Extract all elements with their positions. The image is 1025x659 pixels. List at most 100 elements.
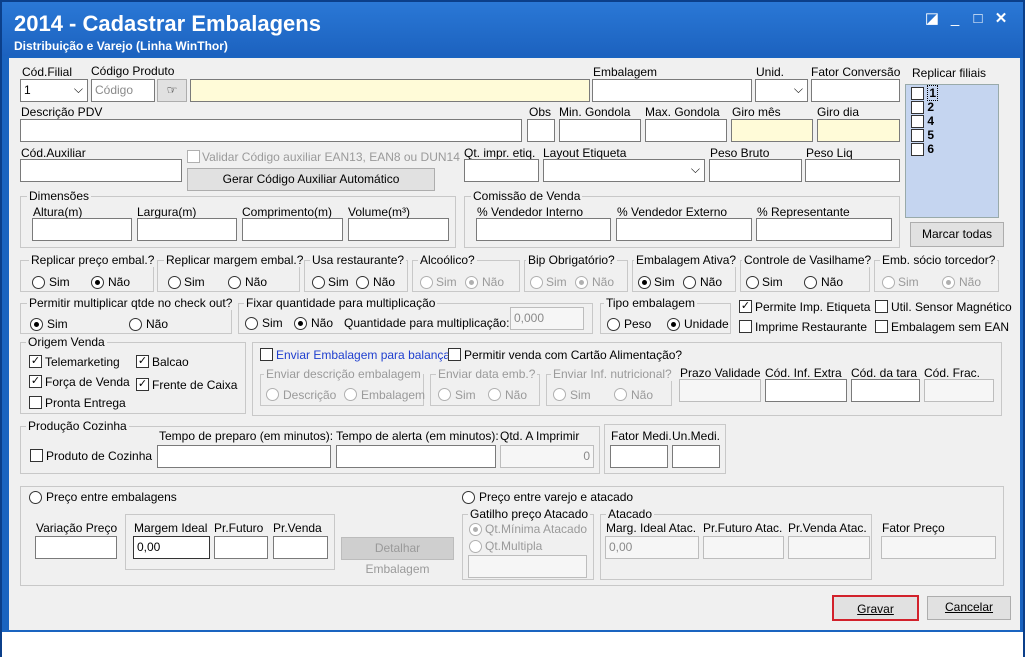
usa-restaurante-nao-radio[interactable] [356, 276, 369, 289]
imprime-restaurante-checkbox[interactable] [739, 320, 752, 333]
largura-input[interactable] [137, 218, 237, 241]
replicar-preco-sim-radio[interactable] [32, 276, 45, 289]
qt-minima-radio[interactable] [469, 523, 482, 536]
embalagem-ativa-nao-radio[interactable] [683, 276, 696, 289]
embalagem-input[interactable] [592, 79, 752, 102]
alcoolico-sim-radio[interactable] [420, 276, 433, 289]
cod-auxiliar-input[interactable] [20, 159, 182, 182]
cod-filial-select[interactable]: 1 ⌵ [20, 79, 88, 102]
gerar-codigo-button[interactable]: Gerar Código Auxiliar Automático [187, 168, 435, 191]
list-item[interactable]: 5 [911, 128, 934, 143]
cod-tara-input[interactable] [851, 379, 920, 402]
codigo-produto-input[interactable]: Código [91, 79, 155, 102]
checkbox[interactable] [911, 101, 924, 115]
telemarketing-checkbox[interactable]: ✓ [29, 355, 42, 368]
emb-socio-sim-radio[interactable] [882, 276, 895, 289]
enviar-data-nao-radio[interactable] [488, 388, 501, 401]
unid-select[interactable]: ⌵ [755, 79, 808, 102]
forca-venda-checkbox[interactable]: ✓ [29, 375, 42, 388]
vendedor-externo-input[interactable] [616, 218, 752, 241]
fixar-sim-radio[interactable] [245, 317, 258, 330]
enviar-data-sim-radio[interactable] [438, 388, 451, 401]
tipo-unidade-radio[interactable] [667, 318, 680, 331]
tipo-peso-radio[interactable] [607, 318, 620, 331]
bip-nao-radio[interactable] [575, 276, 588, 289]
cod-frac-input[interactable] [924, 379, 994, 402]
frente-caixa-checkbox[interactable]: ✓ [136, 378, 149, 391]
checkbox[interactable] [911, 115, 924, 129]
qtd-imprimir-input[interactable]: 0 [500, 445, 594, 468]
tempo-preparo-input[interactable] [157, 445, 331, 468]
util-sensor-checkbox[interactable] [875, 300, 888, 313]
fator-preco-input[interactable] [881, 536, 996, 559]
replicar-margem-sim-radio[interactable] [168, 276, 181, 289]
checkbox[interactable] [911, 87, 924, 101]
usa-restaurante-sim-radio[interactable] [312, 276, 325, 289]
enviar-balanca-checkbox[interactable] [260, 348, 273, 361]
margem-ideal-input[interactable]: 0,00 [133, 536, 210, 559]
fator-conversao-input[interactable] [811, 79, 900, 102]
pr-venda-atac-input[interactable] [788, 536, 870, 559]
altura-input[interactable] [32, 218, 132, 241]
un-medi-input[interactable] [672, 445, 720, 468]
produto-cozinha-checkbox[interactable] [30, 449, 43, 462]
marcar-todas-button[interactable]: Marcar todas [910, 222, 1004, 247]
emb-socio-nao-radio[interactable] [942, 276, 955, 289]
permitir-multiplicar-nao-radio[interactable] [129, 318, 142, 331]
peso-liq-input[interactable] [805, 159, 900, 182]
list-item[interactable]: 2 [911, 100, 934, 115]
replicar-preco-nao-radio[interactable] [91, 276, 104, 289]
preco-entre-embalagens-radio[interactable] [29, 491, 42, 504]
comprimento-input[interactable] [242, 218, 343, 241]
enviar-inf-sim-radio[interactable] [553, 388, 566, 401]
enviar-balanca-label[interactable]: Enviar Embalagem para balança [276, 348, 450, 362]
fator-medi-input[interactable] [610, 445, 668, 468]
embalagem-radio[interactable] [344, 388, 357, 401]
permite-imp-etiqueta-checkbox[interactable]: ✓ [739, 300, 752, 313]
enviar-inf-nao-radio[interactable] [614, 388, 627, 401]
checkbox[interactable] [911, 129, 924, 143]
descricao-radio[interactable] [266, 388, 279, 401]
replicar-margem-nao-radio[interactable] [228, 276, 241, 289]
pr-futuro-input[interactable] [214, 536, 268, 559]
obs-input[interactable] [527, 119, 555, 142]
list-item[interactable]: 6 [911, 142, 934, 157]
list-item[interactable]: 4 [911, 114, 934, 129]
list-item[interactable]: 1 [911, 85, 939, 101]
fixar-nao-radio[interactable] [294, 317, 307, 330]
embalagem-sem-ean-checkbox[interactable] [875, 320, 888, 333]
permitir-cartao-checkbox[interactable] [448, 348, 461, 361]
tempo-alerta-input[interactable] [336, 445, 496, 468]
pronta-entrega-checkbox[interactable] [29, 396, 42, 409]
max-gondola-input[interactable] [645, 119, 727, 142]
bip-sim-radio[interactable] [530, 276, 543, 289]
marg-ideal-atac-input[interactable]: 0,00 [605, 536, 699, 559]
permitir-multiplicar-sim-radio[interactable] [30, 318, 43, 331]
cancelar-button[interactable]: Cancelar [927, 596, 1011, 620]
detalhar-embalagem-button[interactable]: Detalhar Embalagem [341, 537, 454, 576]
peso-bruto-input[interactable] [709, 159, 802, 182]
alcoolico-nao-radio[interactable] [465, 276, 478, 289]
volume-input[interactable] [348, 218, 449, 241]
layout-etiqueta-select[interactable]: ⌵ [543, 159, 705, 182]
vasilhame-sim-radio[interactable] [746, 276, 759, 289]
representante-input[interactable] [756, 218, 892, 241]
giro-dia-input[interactable] [817, 119, 900, 142]
descricao-pdv-input[interactable] [20, 119, 522, 142]
gatilho-input[interactable] [468, 555, 587, 578]
balcao-checkbox[interactable]: ✓ [136, 355, 149, 368]
search-product-button[interactable]: ☞ [157, 79, 187, 102]
cod-inf-extra-input[interactable] [765, 379, 847, 402]
giro-mes-input[interactable] [731, 119, 813, 142]
variacao-preco-input[interactable] [35, 536, 117, 559]
qt-multipla-radio[interactable] [469, 540, 482, 553]
gravar-button[interactable]: Gravar [832, 595, 919, 621]
vendedor-interno-input[interactable] [476, 218, 611, 241]
vasilhame-nao-radio[interactable] [804, 276, 817, 289]
min-gondola-input[interactable] [559, 119, 641, 142]
embalagem-ativa-sim-radio[interactable] [638, 276, 651, 289]
checkbox[interactable] [911, 143, 924, 157]
qt-impr-input[interactable] [464, 159, 539, 182]
product-description-field[interactable] [190, 79, 590, 102]
validar-checkbox[interactable] [187, 150, 200, 163]
